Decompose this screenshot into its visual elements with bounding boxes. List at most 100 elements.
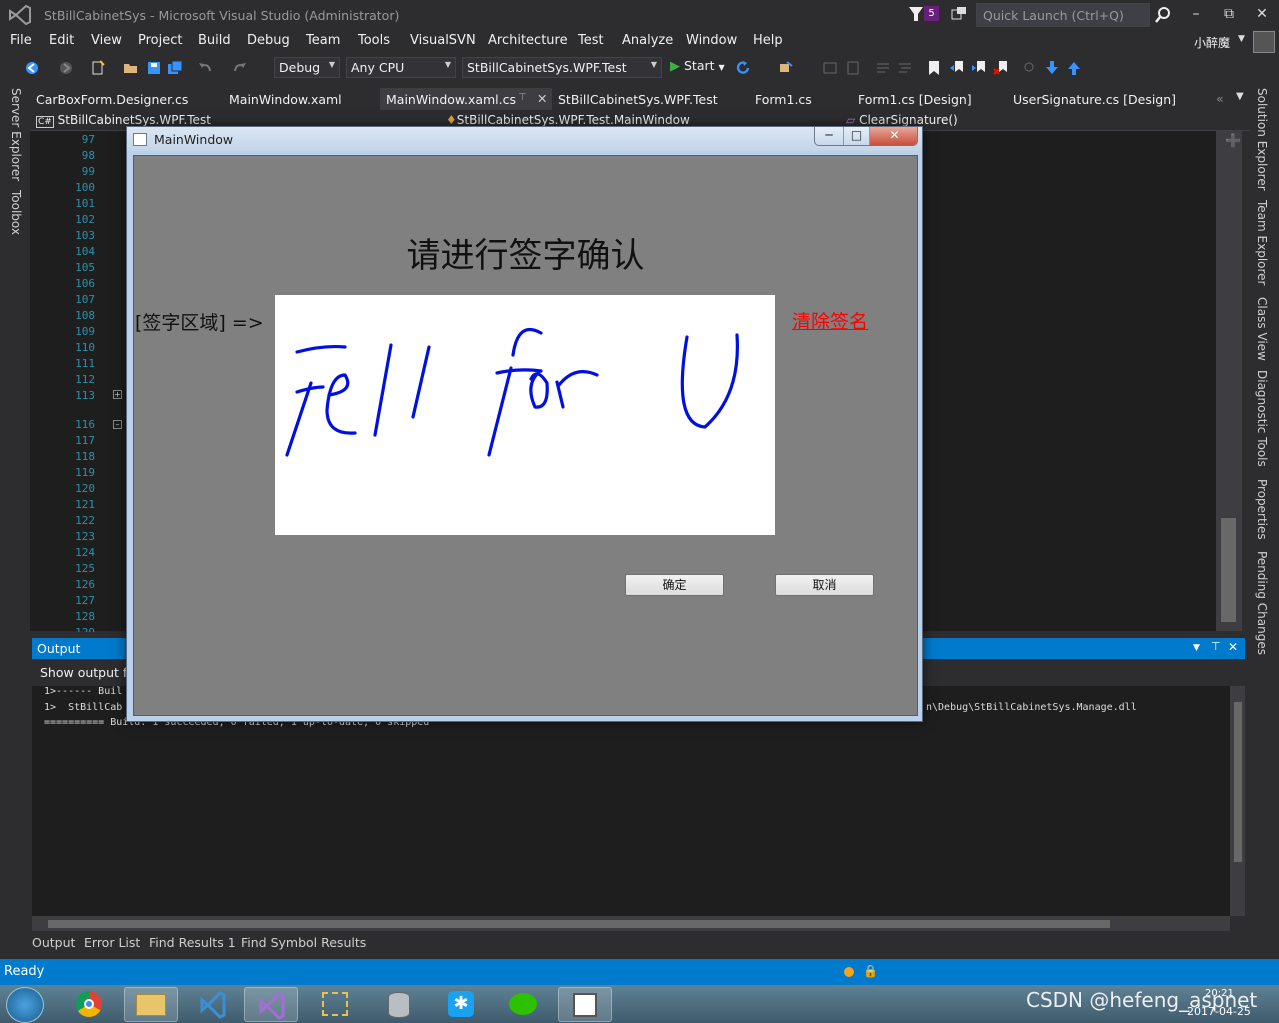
redo-icon[interactable] [232, 60, 248, 76]
taskbar-visual-studio-icon[interactable] [244, 987, 298, 1022]
signature-ink-canvas[interactable] [275, 295, 775, 535]
save-all-icon[interactable] [167, 60, 183, 76]
start-menu-icon[interactable] [6, 987, 44, 1023]
close-panel-icon[interactable]: ✕ [1228, 640, 1238, 654]
server-explorer-tab[interactable]: Server Explorer [9, 88, 23, 181]
bookmark-icon[interactable] [926, 60, 942, 76]
taskbar-tim-icon[interactable]: ✱ [434, 987, 488, 1022]
split-editor-icon[interactable]: ➕ [1225, 134, 1241, 149]
output-vscroll-thumb[interactable] [1234, 702, 1242, 862]
menu-analyze[interactable]: Analyze [622, 33, 673, 48]
taskbar-app-window-icon[interactable] [558, 987, 612, 1022]
quick-launch-input[interactable]: Quick Launch (Ctrl+Q) [976, 3, 1150, 27]
previous-bookmark-icon[interactable] [949, 60, 965, 76]
taskbar-chrome-icon[interactable] [62, 987, 116, 1022]
tab-mainwindow-xaml[interactable]: MainWindow.xaml [229, 92, 342, 107]
arrow-up-icon[interactable] [1066, 60, 1082, 76]
output-hscroll-thumb[interactable] [48, 920, 1110, 928]
menu-tools[interactable]: Tools [358, 33, 390, 48]
toggle-outline-icon[interactable] [822, 60, 838, 76]
tab-menu-icon[interactable]: ▼ [1236, 91, 1244, 102]
wpf-maximize-button[interactable]: □ [843, 127, 869, 145]
tab-error-list[interactable]: Error List [84, 935, 140, 950]
ok-button[interactable]: 确定 [625, 574, 724, 596]
menu-edit[interactable]: Edit [49, 33, 74, 48]
taskbar-database-icon[interactable] [372, 987, 426, 1022]
collapse-icon[interactable] [845, 60, 861, 76]
next-bookmark-icon[interactable] [971, 60, 987, 76]
solution-explorer-tab[interactable]: Solution Explorer [1255, 88, 1269, 191]
clear-signature-link[interactable]: 清除签名 [792, 307, 868, 334]
uncomment-lines-icon[interactable] [897, 60, 913, 76]
menu-file[interactable]: File [10, 33, 32, 48]
menu-project[interactable]: Project [138, 33, 182, 48]
menu-test[interactable]: Test [578, 33, 604, 48]
wpf-close-button[interactable]: ✕ [869, 127, 917, 145]
pin-icon[interactable]: ⊤ [518, 92, 527, 103]
back-navigation-icon[interactable] [24, 60, 40, 76]
pending-changes-tab[interactable]: Pending Changes [1255, 551, 1269, 655]
new-project-icon[interactable] [90, 60, 106, 76]
chevron-down-icon[interactable]: ▼ [1238, 34, 1245, 44]
taskbar-explorer-icon[interactable] [124, 987, 178, 1022]
tab-output[interactable]: Output [32, 935, 75, 950]
open-file-icon[interactable] [123, 60, 139, 76]
close-button[interactable]: ✕ [1246, 0, 1278, 28]
tab-mainwindow-xaml-cs[interactable]: MainWindow.xaml.cs [386, 92, 516, 107]
save-icon[interactable] [146, 60, 162, 76]
cancel-button[interactable]: 取消 [775, 574, 874, 596]
editor-scroll-thumb[interactable] [1221, 518, 1236, 622]
restore-button[interactable]: ⧉ [1213, 0, 1245, 28]
wpf-title-bar[interactable] [127, 127, 922, 151]
menu-team[interactable]: Team [306, 33, 340, 48]
class-view-tab[interactable]: Class View [1255, 297, 1269, 361]
expand-outline-icon[interactable]: + [113, 390, 122, 399]
collapse-outline-icon[interactable]: – [113, 420, 122, 429]
diagnostic-tools-tab[interactable]: Diagnostic Tools [1255, 370, 1269, 467]
menu-window[interactable]: Window [686, 33, 737, 48]
taskbar-vscode-icon[interactable] [186, 987, 240, 1022]
menu-view[interactable]: View [91, 33, 122, 48]
browser-link-icon[interactable] [778, 60, 794, 76]
clock-time[interactable]: 20:21 [1205, 988, 1234, 999]
refresh-icon[interactable] [735, 60, 751, 76]
clear-bookmarks-icon[interactable] [993, 60, 1009, 76]
comment-lines-icon[interactable] [875, 60, 891, 76]
feedback-icon[interactable] [950, 5, 968, 23]
menu-build[interactable]: Build [198, 33, 231, 48]
scroll-tabs-icon[interactable]: « [1216, 91, 1224, 106]
menu-architecture[interactable]: Architecture [488, 33, 568, 48]
arrow-down-icon[interactable] [1044, 60, 1060, 76]
search-icon[interactable] [1154, 6, 1172, 24]
forward-navigation-icon[interactable] [58, 60, 74, 76]
properties-tab[interactable]: Properties [1255, 479, 1269, 540]
panel-menu-icon[interactable]: ▼ [1193, 643, 1200, 653]
menu-debug[interactable]: Debug [247, 33, 290, 48]
toolbox-tab[interactable]: Toolbox [9, 190, 23, 235]
user-name[interactable]: 小醉魔 [1194, 34, 1230, 51]
team-explorer-tab[interactable]: Team Explorer [1255, 200, 1269, 286]
menu-help[interactable]: Help [753, 33, 783, 48]
tab-usersignature-design[interactable]: UserSignature.cs [Design] [1013, 92, 1176, 107]
minimize-button[interactable]: – [1180, 0, 1212, 28]
wpf-minimize-button[interactable]: ─ [815, 127, 843, 145]
find-in-files-icon[interactable] [1022, 60, 1038, 76]
clock-date[interactable]: 2017-04-25 [1187, 1005, 1251, 1018]
startup-project-select[interactable]: StBillCabinetSys.WPF.Test ▼ [462, 57, 662, 78]
tab-form1-design[interactable]: Form1.cs [Design] [858, 92, 972, 107]
solution-platform-select[interactable]: Any CPU ▼ [346, 57, 456, 78]
notification-count-badge[interactable]: 5 [924, 6, 939, 21]
taskbar-tools-icon[interactable] [308, 987, 362, 1022]
pin-icon[interactable]: ⊤ [1211, 640, 1221, 653]
tab-find-results-1[interactable]: Find Results 1 [149, 935, 236, 950]
undo-icon[interactable] [197, 60, 213, 76]
solution-configuration-select[interactable]: Debug ▼ [274, 57, 340, 78]
tab-form1-cs[interactable]: Form1.cs [755, 92, 812, 107]
menu-visualsvn[interactable]: VisualSVN [410, 33, 476, 48]
taskbar-wechat-icon[interactable] [496, 987, 550, 1022]
tab-carboxform-designer[interactable]: CarBoxForm.Designer.cs [36, 92, 188, 107]
close-tab-icon[interactable]: ✕ [537, 91, 547, 106]
tab-find-symbol-results[interactable]: Find Symbol Results [241, 935, 366, 950]
start-debugging-button[interactable]: ▶ Start ▼ [670, 58, 730, 78]
tab-stbillcabinetsys-wpf-test[interactable]: StBillCabinetSys.WPF.Test [558, 92, 718, 107]
